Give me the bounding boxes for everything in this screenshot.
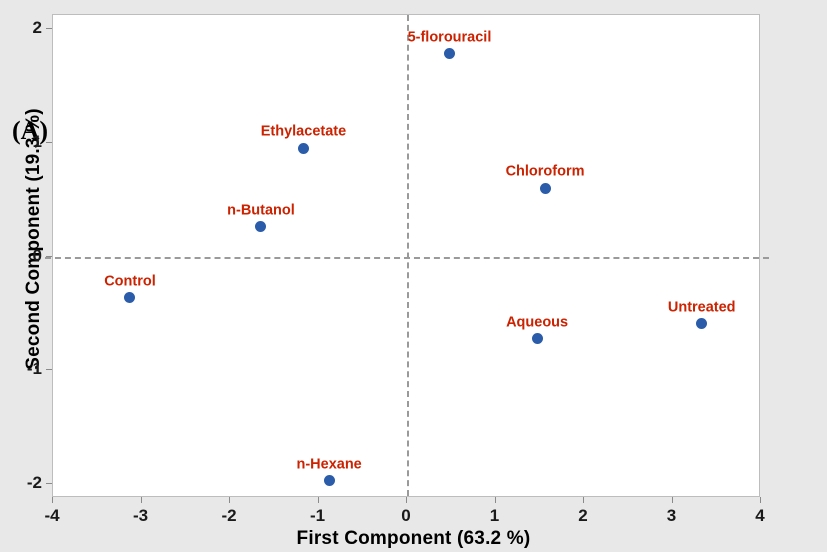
x-axis-tick-label: 3	[666, 506, 677, 525]
vertical-zero-reference-line	[407, 15, 409, 496]
data-point-label: Ethylacetate	[260, 123, 347, 140]
x-axis-tick	[760, 497, 761, 503]
x-axis-tick	[52, 497, 53, 503]
x-axis-tick	[494, 497, 496, 503]
data-point[interactable]	[443, 48, 455, 60]
y-axis-title: Second Component (19.3 %)	[23, 108, 44, 370]
horizontal-zero-reference-line	[45, 256, 769, 259]
x-axis-tick-label: 0	[401, 506, 411, 525]
data-point-label: Control	[104, 273, 156, 289]
data-point[interactable]	[297, 142, 309, 154]
x-axis-tick	[406, 497, 407, 503]
data-point-label: Untreated	[667, 299, 736, 316]
data-point[interactable]	[539, 182, 551, 194]
data-point[interactable]	[124, 292, 136, 303]
y-axis-tick-label: 1	[32, 131, 42, 151]
x-axis-tick-label: -2	[221, 506, 237, 525]
y-axis-tick-label: -2	[26, 473, 42, 493]
data-point[interactable]	[323, 475, 335, 487]
data-point-label: 5-florouracil	[407, 29, 492, 46]
y-axis-tick-label: 0	[32, 245, 42, 265]
x-axis-tick-label: 2	[578, 506, 588, 525]
plot-area: 5-florouracil Ethylacetate Chloroform n-But…	[45, 14, 769, 497]
x-axis-tick	[583, 497, 584, 503]
y-axis-tick-label: -1	[26, 359, 42, 379]
x-axis-tick	[229, 497, 230, 503]
data-point-label: Aqueous	[506, 314, 569, 331]
data-point[interactable]	[255, 221, 267, 233]
data-point-label: n-Butanol	[227, 202, 295, 219]
x-axis-tick-label: -3	[132, 506, 149, 525]
x-axis-tick	[671, 497, 673, 503]
x-axis-tick-label: -1	[309, 506, 326, 525]
x-axis-tick-label: -4	[44, 506, 60, 525]
x-axis-tick-label: 4	[755, 506, 765, 525]
data-point[interactable]	[531, 333, 543, 345]
data-point[interactable]	[696, 318, 708, 330]
y-axis-tick-label: 2	[32, 17, 42, 37]
x-axis-title: First Component (63.2 %)	[296, 528, 531, 549]
pca-score-plot-figure: (A) Second Component (19.3 %) First Comp…	[0, 0, 827, 552]
x-axis-tick	[317, 497, 319, 503]
data-point-label: n-Hexane	[296, 456, 362, 473]
data-point-label: Chloroform	[505, 163, 585, 180]
x-axis-tick	[140, 497, 142, 503]
x-axis-tick-label: 1	[489, 506, 500, 525]
